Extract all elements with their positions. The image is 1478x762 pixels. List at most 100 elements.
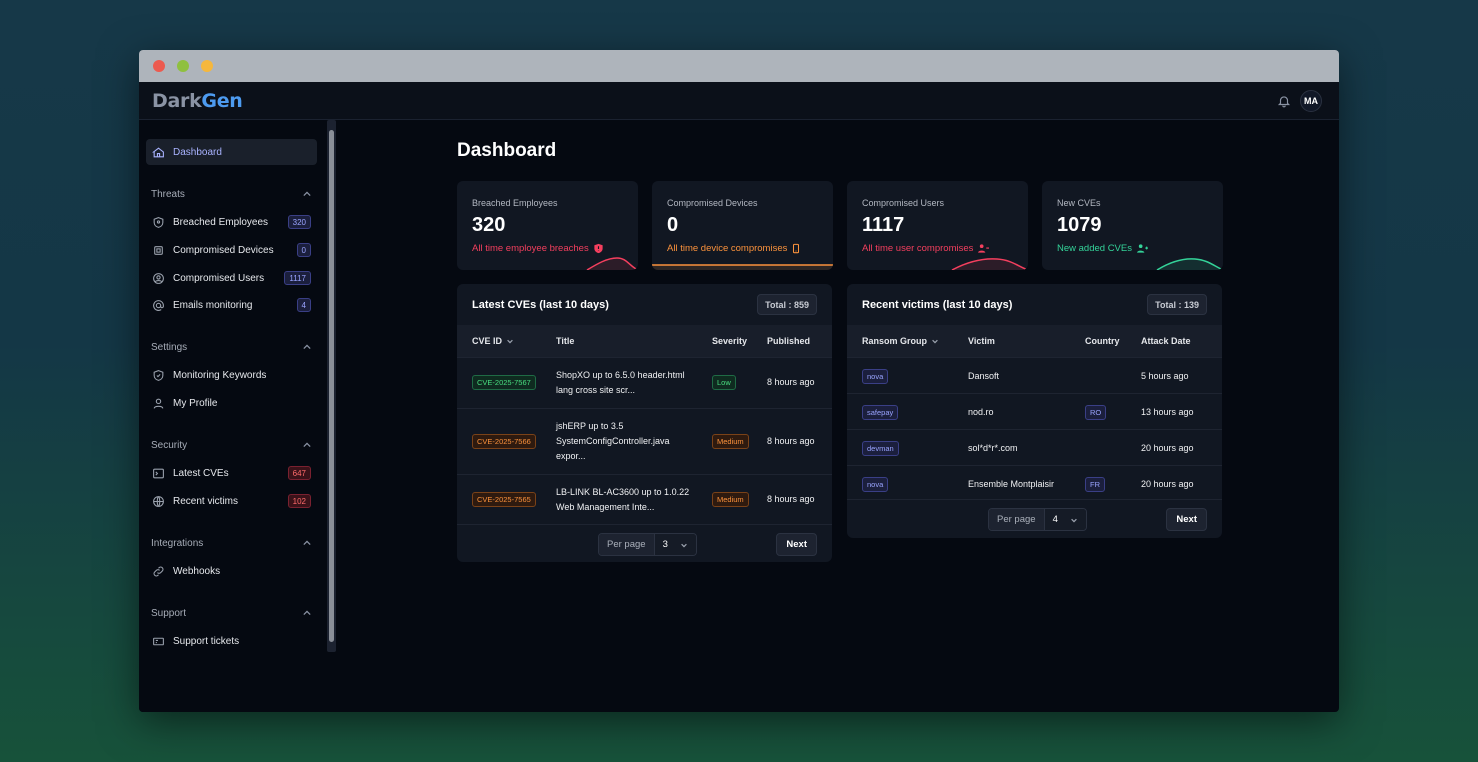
table-row[interactable]: devman sol*d*r*.com 20 hours ago	[847, 429, 1222, 465]
bell-icon[interactable]	[1277, 93, 1291, 109]
victim-name: nod.ro	[968, 407, 994, 417]
user-icon	[151, 396, 165, 410]
sidebar-item-monitoring-keywords[interactable]: Monitoring Keywords	[146, 362, 317, 388]
panel-title: Recent victims (last 10 days)	[862, 299, 1013, 311]
per-page-select[interactable]: Per page 3	[598, 533, 697, 556]
sidebar-item-emails-monitoring[interactable]: Emails monitoring 4	[146, 292, 317, 318]
shield-check-icon	[151, 368, 165, 382]
column-header-severity[interactable]: Severity	[712, 336, 747, 346]
stat-subtitle-text: All time user compromises	[862, 243, 974, 254]
sidebar-item-webhooks[interactable]: Webhooks	[146, 558, 317, 584]
attack-date: 5 hours ago	[1141, 371, 1189, 381]
column-header-victim[interactable]: Victim	[968, 336, 995, 346]
ransom-group-tag[interactable]: nova	[862, 369, 889, 384]
table-header: CVE ID Title Severity Published	[457, 325, 832, 357]
section-support[interactable]: Support	[151, 608, 311, 619]
table-header: Ransom Group Victim Country Attack Date	[847, 325, 1222, 357]
cve-id-tag[interactable]: CVE-2025-7565	[472, 492, 536, 507]
next-button[interactable]: Next	[1166, 508, 1207, 531]
column-header-country[interactable]: Country	[1085, 336, 1120, 346]
column-header-cve-id[interactable]: CVE ID	[472, 336, 514, 346]
minimize-window-button[interactable]	[177, 60, 189, 72]
stat-subtitle-text: New added CVEs	[1057, 243, 1132, 254]
section-integrations[interactable]: Integrations	[151, 538, 311, 549]
cve-title: ShopXO up to 6.5.0 header.html lang cross…	[556, 368, 706, 398]
latest-cves-panel: Latest CVEs (last 10 days) Total : 859 C…	[457, 284, 832, 562]
section-label: Threats	[151, 189, 185, 200]
sidebar-item-recent-victims[interactable]: Recent victims 102	[146, 488, 317, 514]
shield-icon	[151, 215, 165, 229]
ransom-group-tag[interactable]: nova	[862, 477, 889, 492]
next-button[interactable]: Next	[776, 533, 817, 556]
stat-card-compromised-devices[interactable]: Compromised Devices 0 All time device co…	[652, 181, 833, 270]
published-time: 8 hours ago	[767, 494, 815, 504]
column-header-published[interactable]: Published	[767, 336, 810, 346]
stat-card-breached-employees[interactable]: Breached Employees 320 All time employee…	[457, 181, 638, 270]
sidebar-item-dashboard[interactable]: Dashboard	[146, 139, 317, 165]
ransom-group-tag[interactable]: safepay	[862, 405, 899, 420]
sidebar-item-support-tickets[interactable]: Support tickets	[146, 628, 317, 654]
count-badge: 1117	[284, 271, 311, 285]
user-minus-icon	[978, 244, 990, 253]
per-page-select[interactable]: Per page 4	[988, 508, 1087, 531]
column-header-title[interactable]: Title	[556, 336, 574, 346]
table-row[interactable]: nova Dansoft 5 hours ago	[847, 357, 1222, 393]
section-label: Security	[151, 440, 188, 451]
pagination: Per page 4 Next	[847, 499, 1222, 538]
count-badge: 4	[296, 298, 311, 312]
column-header-attack-date[interactable]: Attack Date	[1141, 336, 1191, 346]
cve-title-line: Web Management Inte...	[556, 502, 655, 512]
table-row[interactable]: CVE-2025-7565 LB-LINK BL-AC3600 up to 1.…	[457, 474, 832, 524]
victim-name: Ensemble Montplaisir	[968, 479, 1055, 489]
logo[interactable]: DarkGen	[152, 90, 243, 112]
cve-title-line: LB-LINK BL-AC3600 up to 1.0.22	[556, 487, 690, 497]
per-page-value[interactable]: 4	[1044, 509, 1086, 530]
cve-title: LB-LINK BL-AC3600 up to 1.0.22 Web Manage…	[556, 485, 706, 515]
section-settings[interactable]: Settings	[151, 342, 311, 353]
sidebar-item-breached-employees[interactable]: Breached Employees 320	[146, 209, 317, 235]
scrollbar-thumb[interactable]	[329, 130, 334, 642]
count-badge: 647	[287, 466, 311, 480]
table-row[interactable]: CVE-2025-7567 ShopXO up to 6.5.0 header.…	[457, 357, 832, 408]
chevron-up-icon	[303, 610, 311, 616]
country-tag: RO	[1085, 405, 1107, 420]
per-page-value[interactable]: 3	[654, 534, 696, 555]
sidebar-scrollbar[interactable]	[327, 120, 336, 652]
section-threats[interactable]: Threats	[151, 189, 311, 200]
published-time: 8 hours ago	[767, 436, 815, 446]
maximize-window-button[interactable]	[201, 60, 213, 72]
ransom-group-tag[interactable]: devman	[862, 441, 899, 456]
page-title: Dashboard	[457, 140, 557, 161]
section-security[interactable]: Security	[151, 440, 311, 451]
close-window-button[interactable]	[153, 60, 165, 72]
cve-title: jshERP up to 3.5 SystemConfigController.j…	[556, 419, 706, 464]
table-row[interactable]: CVE-2025-7566 jshERP up to 3.5 SystemConf…	[457, 408, 832, 474]
stat-subtitle-text: All time device compromises	[667, 243, 788, 254]
section-label: Support	[151, 608, 187, 619]
chevron-down-icon	[1071, 518, 1077, 522]
sidebar-item-compromised-users[interactable]: Compromised Users 1117	[146, 265, 317, 291]
stat-card-new-cves[interactable]: New CVEs 1079 New added CVEs	[1042, 181, 1223, 270]
stat-label: Breached Employees	[472, 198, 558, 208]
sidebar-item-latest-cves[interactable]: Latest CVEs 647	[146, 460, 317, 486]
sidebar-item-label: Support tickets	[173, 635, 240, 647]
sparkline	[951, 258, 1028, 270]
chevron-down-icon	[507, 339, 513, 344]
chevron-up-icon	[303, 540, 311, 546]
cve-title-line: SystemConfigController.java	[556, 436, 670, 446]
per-page-label: Per page	[599, 534, 655, 555]
column-header-ransom-group[interactable]: Ransom Group	[862, 336, 939, 346]
table-row[interactable]: nova Ensemble Montplaisir FR 20 hours ag…	[847, 465, 1222, 499]
attack-date: 13 hours ago	[1141, 407, 1194, 417]
sidebar-item-label: My Profile	[173, 397, 218, 409]
table-row[interactable]: safepay nod.ro RO 13 hours ago	[847, 393, 1222, 429]
sidebar-item-my-profile[interactable]: My Profile	[146, 390, 317, 416]
cve-id-tag[interactable]: CVE-2025-7567	[472, 375, 536, 390]
stat-value: 1117	[862, 214, 905, 236]
sidebar-item-compromised-devices[interactable]: Compromised Devices 0	[146, 237, 317, 263]
cve-id-tag[interactable]: CVE-2025-7566	[472, 434, 536, 449]
logo-text-dark: Dark	[152, 90, 202, 112]
user-circle-icon	[151, 271, 165, 285]
stat-card-compromised-users[interactable]: Compromised Users 1117 All time user com…	[847, 181, 1028, 270]
avatar[interactable]: MA	[1300, 90, 1322, 112]
